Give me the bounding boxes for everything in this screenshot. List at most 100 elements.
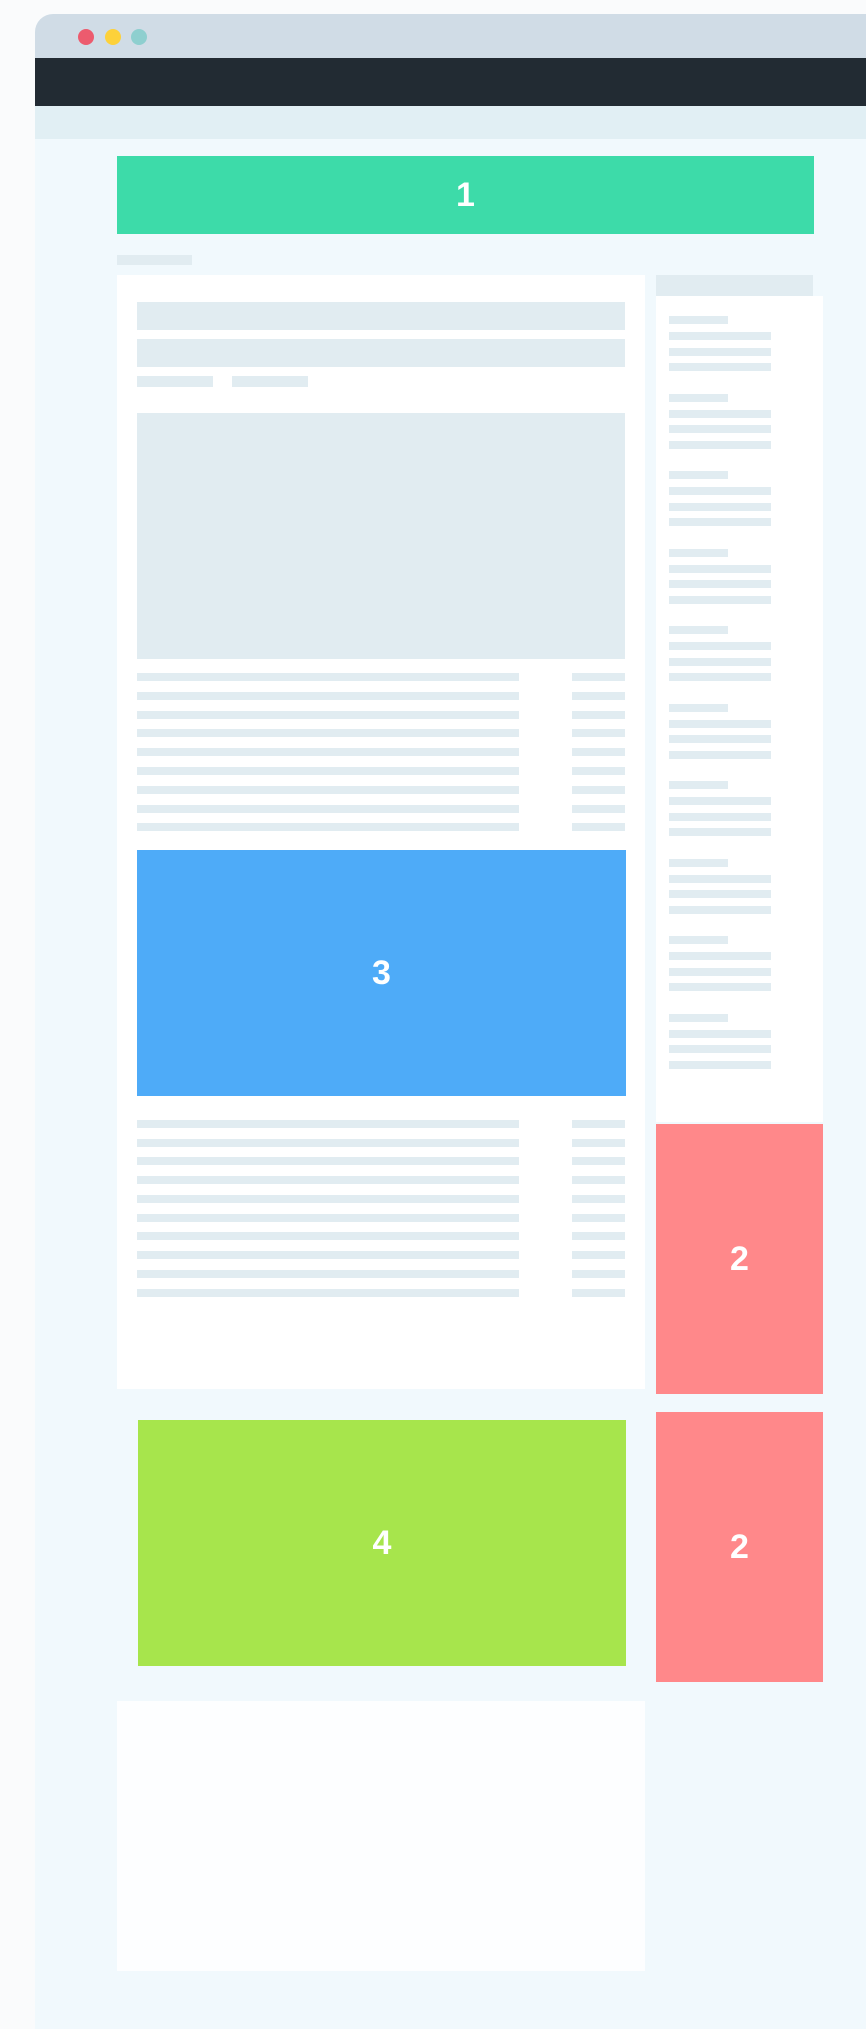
text-line [137, 1251, 519, 1259]
text-line [669, 1030, 771, 1038]
text-line [572, 1176, 625, 1184]
text-line [669, 658, 771, 666]
text-line [669, 673, 771, 681]
text-line [137, 786, 519, 794]
article-hero-image [137, 413, 625, 659]
text-line [669, 518, 771, 526]
sidebar-item-title [669, 316, 728, 324]
text-line [137, 1176, 519, 1184]
text-line [669, 1061, 771, 1069]
text-line [572, 1120, 625, 1128]
text-line [669, 425, 771, 433]
sidebar-heading [656, 275, 813, 296]
text-line [669, 596, 771, 604]
text-line [137, 729, 519, 737]
text-line [669, 983, 771, 991]
minimize-window-icon[interactable] [105, 29, 121, 45]
text-line [669, 906, 771, 914]
text-line [669, 720, 771, 728]
sidebar-item-title [669, 626, 728, 634]
text-line [669, 813, 771, 821]
ad-slot-label: 1 [456, 175, 475, 214]
text-line [572, 767, 625, 775]
site-navbar [35, 58, 866, 106]
text-line [669, 751, 771, 759]
text-line [572, 805, 625, 813]
sidebar-item-title [669, 549, 728, 557]
text-line [572, 711, 625, 719]
text-line [669, 735, 771, 743]
text-line [137, 767, 519, 775]
text-line [572, 823, 625, 831]
text-line [137, 805, 519, 813]
text-line [137, 711, 519, 719]
text-line [572, 692, 625, 700]
text-line [572, 673, 625, 681]
ad-slot-top-banner[interactable]: 1 [117, 156, 814, 234]
sidebar-item-title [669, 1014, 728, 1022]
text-line [669, 875, 771, 883]
text-line [572, 1289, 625, 1297]
browser-window: 1 3 2 4 2 [35, 14, 866, 2029]
text-line [137, 673, 519, 681]
text-line [669, 332, 771, 340]
text-line [137, 1157, 519, 1165]
text-line [572, 748, 625, 756]
text-line [137, 1289, 519, 1297]
text-line [669, 828, 771, 836]
text-line [669, 642, 771, 650]
ad-slot-below-article[interactable]: 4 [138, 1420, 626, 1666]
close-window-icon[interactable] [78, 29, 94, 45]
text-line [669, 503, 771, 511]
text-line [137, 1270, 519, 1278]
ad-slot-in-article[interactable]: 3 [137, 850, 626, 1096]
text-line [572, 1251, 625, 1259]
text-line [669, 363, 771, 371]
ad-slot-sidebar-bottom[interactable]: 2 [656, 1412, 823, 1682]
ad-slot-label: 2 [730, 1527, 749, 1566]
text-line [137, 692, 519, 700]
text-line [669, 952, 771, 960]
text-line [669, 441, 771, 449]
ad-slot-label: 4 [372, 1523, 392, 1562]
text-line [669, 580, 771, 588]
text-line [669, 890, 771, 898]
text-line [572, 1270, 625, 1278]
site-subnav [35, 106, 866, 139]
text-line [137, 823, 519, 831]
text-line [572, 1139, 625, 1147]
text-line [669, 797, 771, 805]
article-meta-date [232, 376, 308, 387]
text-line [137, 1139, 519, 1147]
text-line [137, 1195, 519, 1203]
comments-panel [117, 1701, 645, 1971]
text-line [572, 729, 625, 737]
sidebar-item-title [669, 936, 728, 944]
maximize-window-icon[interactable] [131, 29, 147, 45]
browser-titlebar [35, 14, 866, 58]
text-line [572, 1214, 625, 1222]
sidebar-item-title [669, 394, 728, 402]
ad-slot-label: 2 [730, 1239, 749, 1278]
text-line [669, 410, 771, 418]
text-line [572, 1232, 625, 1240]
text-line [669, 348, 771, 356]
sidebar-item-title [669, 781, 728, 789]
ad-slot-label: 3 [372, 953, 391, 992]
text-line [572, 1157, 625, 1165]
text-line [572, 1195, 625, 1203]
text-line [137, 1214, 519, 1222]
breadcrumb [117, 255, 192, 265]
sidebar-item-title [669, 471, 728, 479]
text-line [669, 1045, 771, 1053]
ad-slot-sidebar-top[interactable]: 2 [656, 1124, 823, 1394]
sidebar-item-title [669, 859, 728, 867]
article-title-line [137, 302, 625, 330]
text-line [669, 565, 771, 573]
sidebar-panel [656, 296, 823, 1122]
text-line [669, 968, 771, 976]
article-panel: 3 [117, 275, 645, 1389]
text-line [572, 786, 625, 794]
sidebar-item-title [669, 704, 728, 712]
text-line [137, 1232, 519, 1240]
